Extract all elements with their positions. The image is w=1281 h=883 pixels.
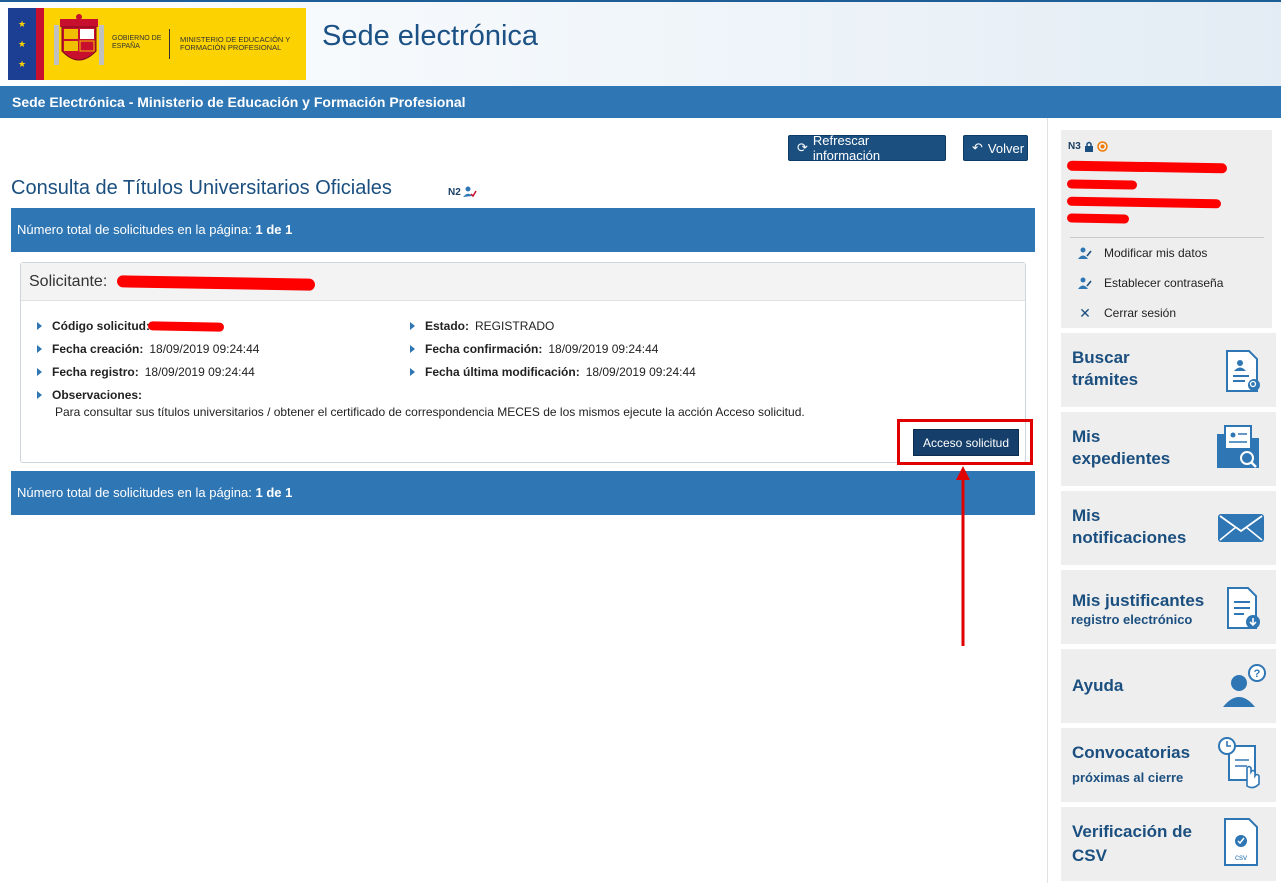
main-content: ⟳ Refrescar información ↶ Volver Consult…	[0, 118, 1045, 883]
summary-bar-bottom: Número total de solicitudes en la página…	[11, 471, 1035, 515]
redaction-mark	[1066, 213, 1130, 224]
field-fecha-registro: Fecha registro: 18/09/2019 09:24:44	[37, 365, 255, 379]
summary-bar-top: Número total de solicitudes en la página…	[11, 208, 1035, 252]
applicant-header: Solicitante:	[21, 263, 1025, 301]
modify-data-link[interactable]: Modificar mis datos	[1070, 238, 1264, 268]
tile-mis-justificantes[interactable]: Mis justificantes registro electrónico	[1061, 570, 1276, 644]
summary-value: 1 de 1	[255, 222, 293, 237]
user-help-icon: ?	[1223, 664, 1266, 707]
clock-document-icon	[1218, 737, 1260, 789]
tile-mis-notificaciones[interactable]: Mis notificaciones	[1061, 491, 1276, 565]
close-icon: ✕	[1079, 304, 1091, 321]
page-title: Consulta de Títulos Universitarios Ofici…	[11, 177, 392, 199]
back-button[interactable]: ↶ Volver	[963, 135, 1028, 161]
tile-mis-expedientes[interactable]: Mis expedientes	[1061, 412, 1276, 486]
document-search-icon	[1226, 350, 1260, 392]
tile-ayuda[interactable]: Ayuda ?	[1061, 649, 1276, 723]
government-logo[interactable]: ★ ★ ★ GOBIERNO DE ESPAÑA MINISTERIO DE EDU…	[8, 8, 306, 80]
csv-document-icon: csv	[1224, 818, 1258, 866]
redaction-mark	[1066, 196, 1222, 209]
security-level-badge: N2	[448, 186, 477, 198]
request-card: Solicitante: Código solicitud: Estado: R…	[20, 262, 1026, 463]
summary-prefix: Número total de solicitudes en la página…	[17, 222, 252, 237]
annotation-arrow	[956, 466, 970, 646]
ministry-bar: Sede Electrónica - Ministerio de Educaci…	[0, 86, 1281, 118]
envelope-icon	[1218, 514, 1264, 542]
field-observaciones: Observaciones:	[37, 388, 148, 402]
site-header: ★ ★ ★ GOBIERNO DE ESPAÑA MINISTERIO DE EDU…	[0, 0, 1281, 86]
refresh-icon: ⟳	[797, 140, 808, 155]
highlight-box	[897, 419, 1033, 465]
redaction-mark	[116, 275, 316, 291]
eu-flag-icon: ★ ★ ★	[8, 8, 44, 80]
logout-link[interactable]: ✕ Cerrar sesión	[1070, 298, 1264, 328]
certificate-icon	[1097, 141, 1108, 152]
redaction-mark	[1066, 160, 1228, 174]
document-download-icon	[1227, 587, 1260, 629]
user-edit-icon	[1078, 247, 1092, 259]
field-estado: Estado: REGISTRADO	[410, 319, 554, 333]
svg-text:?: ?	[1254, 668, 1261, 680]
tile-buscar-tramites[interactable]: Buscar trámites	[1061, 333, 1276, 407]
user-links: Modificar mis datos Establecer contraseñ…	[1070, 237, 1264, 328]
sidebar: N3 Modificar mis datos Establecer contra…	[1047, 118, 1281, 883]
folder-search-icon	[1217, 425, 1259, 468]
field-fecha-ultima-modificacion: Fecha última modificación: 18/09/2019 09…	[410, 365, 696, 379]
field-fecha-confirmacion: Fecha confirmación: 18/09/2019 09:24:44	[410, 342, 658, 356]
tile-verificacion-csv[interactable]: Verificación de CSV csv	[1061, 807, 1276, 881]
back-button-label: Volver	[987, 140, 1025, 156]
field-fecha-creacion: Fecha creación: 18/09/2019 09:24:44	[37, 342, 259, 356]
logo-gobierno-text: GOBIERNO DE ESPAÑA	[112, 29, 170, 59]
user-check-icon	[462, 186, 477, 198]
user-key-icon	[1078, 277, 1092, 289]
refresh-button[interactable]: ⟳ Refrescar información	[788, 133, 946, 163]
session-level-badge: N3	[1068, 141, 1108, 152]
security-level-text: N2	[448, 186, 461, 198]
tile-convocatorias[interactable]: Convocatorias próximas al cierre	[1061, 728, 1276, 802]
applicant-label: Solicitante:	[29, 273, 108, 290]
user-panel: N3 Modificar mis datos Establecer contra…	[1061, 130, 1272, 328]
field-codigo: Código solicitud:	[37, 319, 232, 333]
coat-of-arms-icon	[52, 13, 106, 75]
redaction-mark	[1066, 179, 1138, 190]
observations-text: Para consultar sus títulos universitario…	[55, 405, 805, 419]
session-level-text: N3	[1068, 141, 1081, 152]
redaction-mark	[147, 320, 225, 332]
summary-value: 1 de 1	[255, 485, 293, 500]
lock-icon	[1084, 141, 1093, 152]
undo-icon: ↶	[972, 140, 983, 155]
set-password-link[interactable]: Establecer contraseña	[1070, 268, 1264, 298]
refresh-button-label: Refrescar información	[812, 133, 881, 163]
site-title: Sede electrónica	[322, 20, 539, 52]
logo-ministerio-text: MINISTERIO DE EDUCACIÓN Y FORMACIÓN PROF…	[180, 34, 291, 52]
svg-text:csv: csv	[1235, 853, 1247, 862]
summary-prefix: Número total de solicitudes en la página…	[17, 485, 252, 500]
